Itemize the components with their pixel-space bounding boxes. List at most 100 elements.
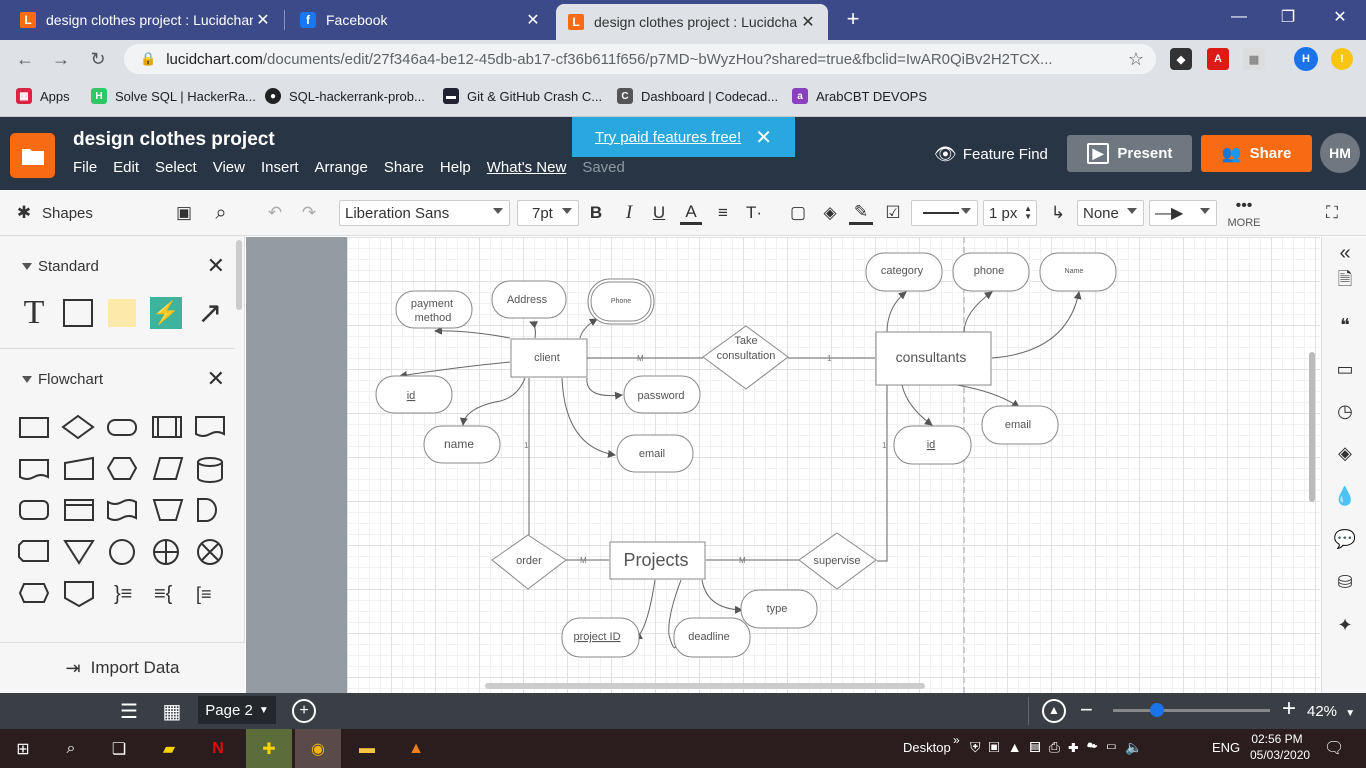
close-tab-icon[interactable]: ✕: [523, 10, 543, 30]
angular-icon[interactable]: A: [1207, 48, 1229, 70]
image-icon[interactable]: ▣: [172, 201, 196, 225]
er-diagram[interactable]: M 1 1 M M 1 client consultants Projects …: [347, 237, 1320, 693]
search-icon[interactable]: ⌕: [208, 201, 234, 225]
italic-icon[interactable]: I: [619, 201, 639, 225]
line-width-select[interactable]: 1 px ▲ ▼: [983, 200, 1037, 226]
close-banner-icon[interactable]: ✕: [755, 125, 772, 150]
vlc-icon[interactable]: ▲: [393, 729, 439, 768]
navigate-icon[interactable]: ▲: [1042, 699, 1066, 723]
minimize-icon[interactable]: —: [1216, 0, 1262, 34]
sticky-notes-icon[interactable]: ▰: [146, 729, 192, 768]
close-section-icon[interactable]: ✕: [207, 366, 225, 392]
section-standard-header[interactable]: Standard ✕: [0, 248, 235, 284]
panel-scrollbar[interactable]: [236, 240, 242, 310]
reload-icon[interactable]: ↻: [83, 44, 113, 74]
line-start-select[interactable]: None: [1077, 200, 1144, 226]
document-title[interactable]: design clothes project: [73, 129, 275, 151]
close-tab-icon[interactable]: ✕: [798, 12, 818, 32]
update-alert-icon[interactable]: !: [1331, 48, 1353, 70]
bookmark-apps[interactable]: ▦ Apps: [16, 88, 70, 104]
zoom-in-icon[interactable]: +: [1282, 695, 1296, 723]
flowchart-shapes-grid[interactable]: }≡ ≡{ [≡: [14, 408, 230, 608]
layers-icon[interactable]: ◈: [1333, 441, 1357, 465]
bookmark-hackerrank[interactable]: H Solve SQL | HackerRa...: [91, 88, 256, 104]
bookmark-star-icon[interactable]: ☆: [1128, 49, 1144, 70]
line-end-select[interactable]: ―▶: [1149, 200, 1217, 226]
stepper-icon[interactable]: ▲ ▼: [1024, 205, 1032, 221]
comments-quote-icon[interactable]: ❝: [1333, 313, 1357, 337]
menu-view[interactable]: View: [213, 159, 245, 176]
user-avatar[interactable]: HM: [1320, 133, 1360, 173]
menu-whats-new[interactable]: What's New: [487, 159, 567, 176]
language-indicator[interactable]: ENG: [1212, 740, 1240, 755]
extension-cube-icon[interactable]: ◆: [1170, 48, 1192, 70]
align-icon[interactable]: ≡: [712, 201, 734, 225]
line-routing-icon[interactable]: ↳: [1044, 201, 1072, 225]
browser-tab-lucidchart-1[interactable]: L design clothes project : Lucidchart ✕: [8, 0, 283, 40]
back-icon[interactable]: ←: [10, 44, 40, 74]
lightning-shape-icon[interactable]: ⚡: [150, 297, 182, 329]
close-section-icon[interactable]: ✕: [207, 253, 225, 279]
chat-icon[interactable]: 💬: [1333, 527, 1357, 551]
undo-icon[interactable]: ↶: [262, 201, 288, 225]
forward-icon[interactable]: →: [46, 44, 76, 74]
text-options-icon[interactable]: T·: [742, 201, 766, 225]
bold-icon[interactable]: B: [586, 201, 606, 225]
line-style-select[interactable]: [911, 200, 978, 226]
bookmark-github[interactable]: ● SQL-hackerrank-prob...: [265, 88, 425, 104]
page-grid-icon[interactable]: ▦: [159, 699, 185, 723]
shape-border-icon[interactable]: ▢: [786, 201, 810, 225]
more-button[interactable]: ••• MORE: [1226, 198, 1262, 232]
file-explorer-icon[interactable]: ▬: [344, 729, 390, 768]
new-tab-icon[interactable]: +: [840, 6, 866, 32]
try-paid-link[interactable]: Try paid features free!: [595, 129, 741, 146]
import-data-button[interactable]: ⇥ Import Data: [0, 642, 245, 693]
menu-help[interactable]: Help: [440, 159, 471, 176]
clock[interactable]: 02:56 PM 05/03/2020: [1250, 732, 1310, 762]
rectangle-shape-icon[interactable]: [62, 299, 94, 327]
arrow-shape-icon[interactable]: ↗: [194, 297, 226, 330]
bookmark-arabcbt[interactable]: a ArabCBT DEVOPS: [792, 88, 927, 104]
browser-tab-facebook[interactable]: f Facebook ✕: [288, 0, 553, 40]
desktop-toolbar-label[interactable]: Desktop: [903, 740, 951, 755]
menu-file[interactable]: File: [73, 159, 97, 176]
zoom-level[interactable]: 42% ▼: [1307, 703, 1355, 720]
netflix-icon[interactable]: N: [195, 729, 241, 768]
profile-avatar[interactable]: H: [1294, 47, 1318, 71]
section-flowchart-header[interactable]: Flowchart ✕: [0, 361, 235, 397]
calendar-extension-icon[interactable]: ▦: [1243, 48, 1265, 70]
bookmark-git-crash[interactable]: ▬ Git & GitHub Crash C...: [443, 88, 602, 104]
page-settings-icon[interactable]: 🗎: [1333, 269, 1357, 294]
bookmark-codecademy[interactable]: C Dashboard | Codecad...: [617, 88, 778, 104]
tray-icons[interactable]: ⛨▣▲▤⎙✚☁▭🔈: [970, 739, 1150, 756]
text-color-icon[interactable]: A: [680, 201, 702, 225]
menu-share[interactable]: Share: [384, 159, 424, 176]
collapse-panel-icon[interactable]: «: [1333, 241, 1357, 265]
zoom-slider-thumb[interactable]: [1150, 703, 1164, 717]
diagram-page[interactable]: M 1 1 M M 1 client consultants Projects …: [347, 237, 1320, 693]
page-tab[interactable]: Page 2 ▼: [198, 696, 276, 724]
menu-edit[interactable]: Edit: [113, 159, 139, 176]
line-color-icon[interactable]: ✎: [849, 201, 873, 225]
add-page-icon[interactable]: +: [292, 699, 316, 723]
notification-icon[interactable]: 🗨: [1324, 738, 1344, 758]
restore-icon[interactable]: ❐: [1265, 0, 1311, 34]
feature-find-button[interactable]: 👁 Feature Find: [934, 144, 1048, 165]
gear-icon[interactable]: ✱: [12, 201, 36, 225]
app-plus-icon[interactable]: ✚: [246, 729, 292, 768]
task-view-icon[interactable]: ❏: [96, 729, 142, 768]
chrome-icon[interactable]: ◉: [295, 729, 341, 768]
note-shape-icon[interactable]: [106, 299, 138, 327]
windows-start-icon[interactable]: ⊞: [0, 729, 46, 768]
menu-insert[interactable]: Insert: [261, 159, 299, 176]
fill-color-icon[interactable]: ◈: [818, 201, 842, 225]
theme-drop-icon[interactable]: 💧: [1333, 484, 1357, 508]
share-button[interactable]: 👥 Share: [1201, 135, 1312, 172]
presentation-icon[interactable]: ▭: [1333, 357, 1357, 381]
magic-wand-icon[interactable]: ✦: [1333, 613, 1357, 637]
data-linking-icon[interactable]: ⛁: [1333, 570, 1357, 594]
zoom-out-icon[interactable]: −: [1080, 697, 1093, 723]
zoom-slider-track[interactable]: [1113, 709, 1270, 712]
underline-icon[interactable]: U: [649, 201, 669, 225]
text-shape-icon[interactable]: T: [18, 294, 50, 331]
